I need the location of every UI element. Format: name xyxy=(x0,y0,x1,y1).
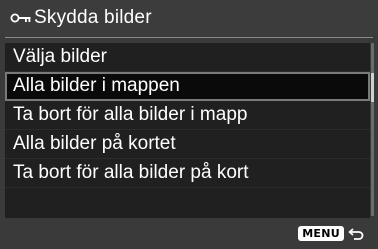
menu-empty-row xyxy=(5,188,370,218)
footer-hint: MENU xyxy=(298,226,364,241)
scrollbar-track xyxy=(371,43,374,216)
protect-images-screen: Skydda bilder Välja bilder Alla bilder i… xyxy=(0,0,378,249)
return-arrow-icon xyxy=(348,227,364,241)
menu-item-label: Alla bilder på kortet xyxy=(13,133,176,154)
menu-item-all-in-folder[interactable]: Alla bilder i mappen xyxy=(5,72,370,101)
header-bar: Skydda bilder xyxy=(0,0,378,36)
menu-item-label: Alla bilder i mappen xyxy=(13,75,180,96)
key-icon xyxy=(10,11,32,25)
menu-button[interactable]: MENU xyxy=(298,226,344,241)
menu-item-label: Välja bilder xyxy=(13,46,107,67)
menu-item-unprotect-all-on-card[interactable]: Ta bort för alla bilder på kort xyxy=(5,159,370,188)
menu-item-select-images[interactable]: Välja bilder xyxy=(5,43,370,72)
menu-item-label: Ta bort för alla bilder i mapp xyxy=(13,104,248,125)
header-divider xyxy=(5,37,373,38)
menu-item-all-on-card[interactable]: Alla bilder på kortet xyxy=(5,130,370,159)
option-list: Välja bilder Alla bilder i mappen Ta bor… xyxy=(5,43,370,218)
page-title: Skydda bilder xyxy=(34,7,152,28)
menu-item-unprotect-all-in-folder[interactable]: Ta bort för alla bilder i mapp xyxy=(5,101,370,130)
scrollbar-thumb xyxy=(371,73,374,102)
menu-item-label: Ta bort för alla bilder på kort xyxy=(13,162,249,183)
